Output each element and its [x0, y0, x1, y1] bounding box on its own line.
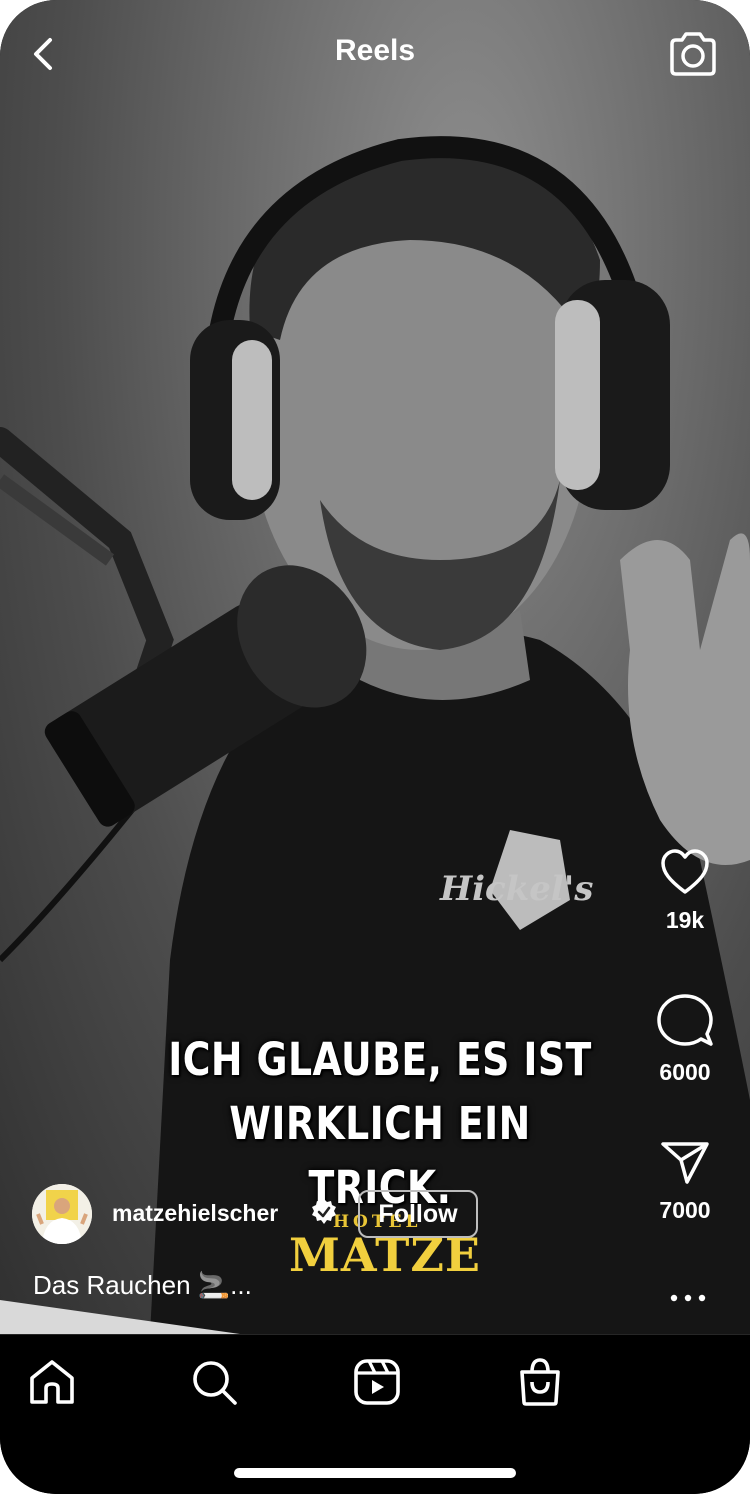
more-options-icon[interactable] — [666, 1284, 710, 1312]
comment-bubble-icon[interactable] — [657, 994, 713, 1048]
send-icon[interactable] — [659, 1138, 711, 1186]
home-icon[interactable] — [26, 1356, 78, 1408]
author-avatar[interactable] — [32, 1184, 92, 1244]
reel-video[interactable]: Hickel's ICH GLAUBE, ES IST WIRKLICH EIN… — [0, 0, 750, 1334]
home-indicator[interactable] — [234, 1468, 516, 1478]
shirt-logo-text: Hickel's — [439, 869, 593, 909]
heart-icon[interactable] — [659, 848, 711, 896]
share-count: 7000 — [659, 1197, 711, 1223]
reels-screen: Hickel's ICH GLAUBE, ES IST WIRKLICH EIN… — [0, 0, 750, 1494]
follow-button[interactable]: Follow — [358, 1190, 478, 1238]
comment-action[interactable]: 6000 — [620, 994, 750, 1086]
like-count: 19k — [665, 907, 705, 933]
reel-caption[interactable]: Das Rauchen 🚬... — [33, 1270, 252, 1301]
verified-badge-icon — [312, 1199, 336, 1224]
share-action[interactable]: 7000 — [620, 1138, 750, 1224]
subtitle-line-1: ICH GLAUBE, ES IST — [168, 1033, 592, 1086]
reels-icon[interactable] — [351, 1356, 403, 1408]
page-title: Reels — [334, 34, 416, 67]
author-row: matzehielscher Follow — [32, 1184, 512, 1244]
reels-header: Reels — [0, 0, 750, 108]
author-username[interactable]: matzehielscher — [112, 1200, 278, 1227]
comment-count: 6000 — [659, 1059, 711, 1085]
search-icon[interactable] — [188, 1356, 240, 1408]
camera-icon[interactable] — [666, 28, 720, 80]
avatar-image — [32, 1184, 92, 1244]
like-action[interactable]: 19k — [620, 848, 750, 934]
shop-icon[interactable] — [514, 1356, 566, 1408]
